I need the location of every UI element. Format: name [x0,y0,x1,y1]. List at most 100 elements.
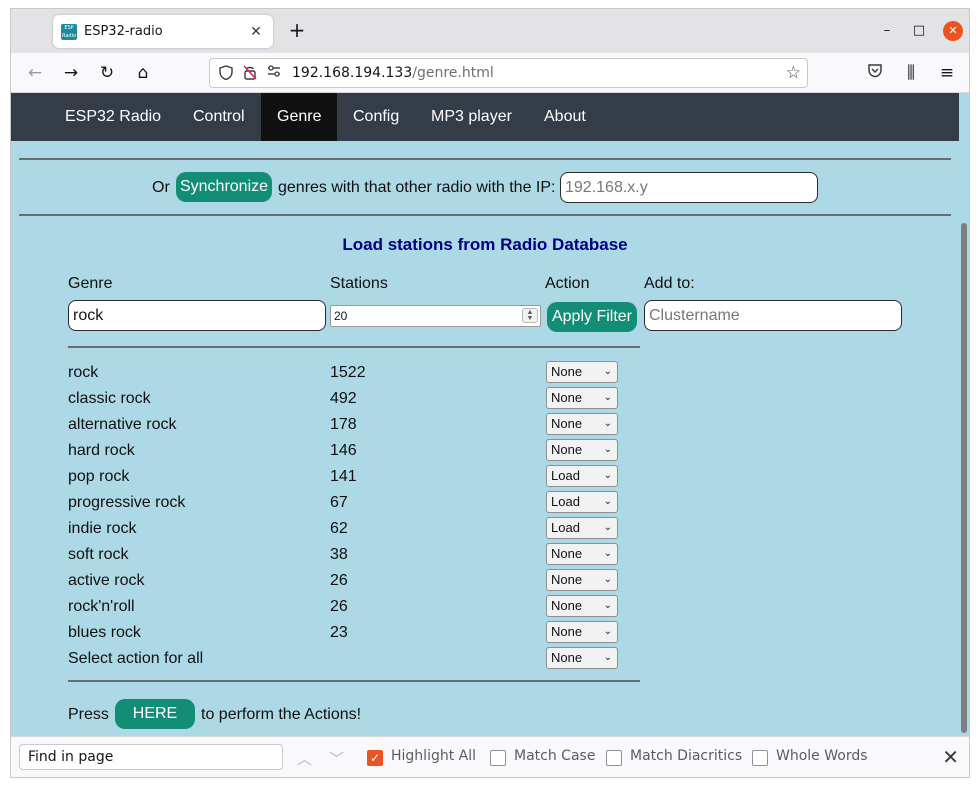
chevron-down-icon: ⌄ [603,600,612,611]
divider [19,214,951,216]
action-select[interactable]: None ⌄ [546,621,618,643]
spinner-icon[interactable]: ▲ ▼ [522,308,538,323]
highlight-all-checkbox[interactable]: ✓ [367,750,383,766]
url-path: /genre.html [412,65,494,81]
tab-close-icon[interactable]: ✕ [247,23,265,41]
action-select[interactable]: None ⌄ [546,387,618,409]
reload-icon[interactable]: ↻ [95,61,119,85]
action-select-value: None [551,364,583,379]
nav-mp3-player[interactable]: MP3 player [415,93,528,141]
here-button[interactable]: HERE [115,699,195,729]
genre-name: alternative rock [68,416,177,433]
bookmark-star-icon[interactable]: ☆ [786,64,801,82]
chevron-down-icon: ⌄ [603,496,612,507]
new-tab-button[interactable]: + [285,19,309,43]
find-input[interactable]: Find in page [19,744,283,770]
whole-words-label[interactable]: Whole Words [776,748,868,764]
close-window-button[interactable]: ✕ [943,21,963,41]
minimize-button[interactable]: – [877,21,897,41]
highlight-all-label[interactable]: Highlight All [391,748,476,764]
scrollbar-thumb[interactable] [961,223,967,733]
forward-icon[interactable]: → [59,61,83,85]
match-diacritics-label[interactable]: Match Diacritics [630,748,742,764]
divider [19,158,951,160]
nav-control[interactable]: Control [177,93,261,141]
genre-name: progressive rock [68,494,186,511]
genre-name: soft rock [68,546,129,563]
action-select-value: None [551,572,583,587]
chevron-down-icon: ⌄ [603,652,612,663]
chevron-down-icon: ⌄ [603,392,612,403]
sync-ip-input[interactable]: 192.168.x.y [560,172,818,203]
nav-genre[interactable]: Genre [261,93,338,141]
genre-count: 492 [330,390,357,407]
genre-count: 1522 [330,364,366,381]
action-select[interactable]: None ⌄ [546,543,618,565]
action-select[interactable]: None ⌄ [546,361,618,383]
chevron-down-icon: ⌄ [603,418,612,429]
apply-filter-button[interactable]: Apply Filter [547,302,637,332]
whole-words-checkbox[interactable] [752,750,768,766]
action-select-value: Load [551,494,580,509]
action-select-value: None [551,416,583,431]
action-select-value: None [551,624,583,639]
divider [68,680,640,682]
genre-name: hard rock [68,442,135,459]
select-all-value: None [551,650,583,665]
nav-about[interactable]: About [528,93,602,141]
permissions-icon[interactable] [266,65,282,81]
menu-icon[interactable]: ≡ [935,61,959,85]
shield-icon[interactable] [218,65,234,81]
page-scrollbar[interactable] [959,93,969,736]
insecure-lock-icon[interactable] [242,65,258,81]
genre-name: rock [68,364,99,381]
genre-count: 141 [330,468,357,485]
nav-config[interactable]: Config [337,93,415,141]
favicon-icon: ESP Radio [61,23,77,40]
action-select[interactable]: None ⌄ [546,413,618,435]
match-diacritics-checkbox[interactable] [606,750,622,766]
find-close-icon[interactable]: ✕ [942,745,959,769]
action-select[interactable]: None ⌄ [546,439,618,461]
sync-ip-placeholder: 192.168.x.y [565,178,648,196]
action-select[interactable]: Load ⌄ [546,465,618,487]
genre-filter-value: rock [73,306,104,324]
header-genre: Genre [68,275,113,292]
action-select[interactable]: Load ⌄ [546,517,618,539]
url-bar[interactable]: 192.168.194.133/genre.html ☆ [209,58,808,88]
find-previous-icon[interactable]: ︿ [297,748,312,769]
tab-esp32-radio[interactable]: ESP Radio ESP32-radio ✕ [53,15,273,48]
sync-prefix: Or [152,179,170,196]
action-select[interactable]: None ⌄ [546,569,618,591]
url-host: 192.168.194.133 [292,65,413,81]
sync-suffix: genres with that other radio with the IP… [278,179,556,196]
genre-count: 26 [330,572,348,589]
back-icon[interactable]: ← [23,61,47,85]
nav-esp32-radio[interactable]: ESP32 Radio [49,93,177,141]
synchronize-button[interactable]: Synchronize [176,172,272,202]
maximize-button[interactable]: □ [909,21,929,41]
action-select-value: None [551,546,583,561]
stations-input[interactable]: 20 ▲ ▼ [330,305,541,327]
action-select[interactable]: Load ⌄ [546,491,618,513]
find-next-icon[interactable]: ﹀ [329,748,344,769]
pocket-icon[interactable] [863,61,887,85]
genre-filter-input[interactable]: rock [68,300,326,331]
action-select[interactable]: None ⌄ [546,595,618,617]
chevron-down-icon: ⌄ [603,522,612,533]
find-bar: Find in page ︿ ﹀ ✓ Highlight All Match C… [11,736,969,777]
tab-strip: ESP Radio ESP32-radio ✕ + – □ ✕ [11,9,969,53]
header-stations: Stations [330,275,388,292]
match-case-checkbox[interactable] [490,750,506,766]
page-viewport: ESP32 Radio Control Genre Config MP3 pla… [11,93,969,736]
cluster-name-placeholder: Clustername [649,306,740,324]
genre-name: blues rock [68,624,141,641]
cluster-name-input[interactable]: Clustername [644,300,902,331]
footer-prefix: Press [68,706,109,723]
match-case-label[interactable]: Match Case [514,748,595,764]
chevron-down-icon: ⌄ [603,626,612,637]
library-icon[interactable]: ⫼ [899,61,923,85]
select-all-action[interactable]: None ⌄ [546,647,618,669]
nav-toolbar: ← → ↻ ⌂ 192.168.194.133/genre.html ☆ ⫼ ≡ [11,53,969,93]
home-icon[interactable]: ⌂ [131,61,155,85]
